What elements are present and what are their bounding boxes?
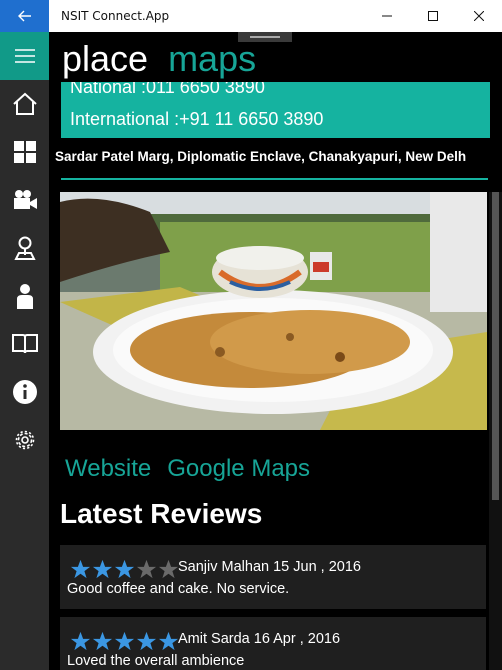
review-author: Amit Sarda: [178, 631, 250, 647]
place-photo-image: [60, 192, 487, 430]
star-empty-icon: [136, 559, 157, 579]
rating-stars: [70, 631, 180, 651]
star-filled-icon: [70, 631, 91, 651]
star-filled-icon: [158, 631, 179, 651]
review-card: Sanjiv Malhan 15 Jun , 2016 Good coffee …: [60, 545, 486, 609]
international-phone[interactable]: International :+91 11 6650 3890: [70, 109, 323, 130]
maximize-icon: [428, 11, 438, 21]
scrollbar-thumb[interactable]: [492, 192, 499, 500]
grid-icon: [13, 141, 36, 163]
hamburger-icon: [14, 49, 35, 63]
rating-stars: [70, 559, 180, 579]
review-meta: Amit Sarda 16 Apr , 2016: [178, 631, 340, 647]
star-filled-icon: [114, 631, 135, 651]
national-phone[interactable]: National :011 6650 3890: [70, 82, 265, 98]
review-card: Amit Sarda 16 Apr , 2016 Loved the overa…: [60, 617, 486, 670]
sidebar-item-home[interactable]: [0, 80, 49, 128]
title-bar: NSIT Connect.App: [0, 0, 502, 32]
review-text: Loved the overall ambience: [67, 653, 245, 669]
star-filled-icon: [92, 559, 113, 579]
info-icon: [12, 380, 37, 404]
main-content: place maps National :011 6650 3890 Intern…: [49, 32, 502, 670]
person-icon: [16, 284, 33, 309]
sidebar-item-profile[interactable]: [0, 272, 49, 320]
sidebar-item-video[interactable]: [0, 176, 49, 224]
page-header: place maps: [62, 36, 256, 82]
review-text: Good coffee and cake. No service.: [67, 581, 290, 597]
map-pin-icon: [13, 236, 36, 260]
video-camera-icon: [13, 190, 37, 209]
review-date: 16 Apr , 2016: [253, 631, 341, 647]
sidebar-item-info[interactable]: [0, 368, 49, 416]
sidebar: [0, 32, 49, 670]
divider: [61, 178, 488, 180]
sidebar-item-book[interactable]: [0, 320, 49, 368]
reviews-heading: Latest Reviews: [60, 498, 263, 529]
review-date: 15 Jun , 2016: [273, 559, 361, 575]
window-title: NSIT Connect.App: [61, 9, 170, 23]
sidebar-item-grid[interactable]: [0, 128, 49, 176]
hamburger-menu-button[interactable]: [0, 32, 49, 80]
arrow-left-icon: [17, 10, 31, 22]
review-meta: Sanjiv Malhan 15 Jun , 2016: [178, 559, 361, 575]
book-icon: [11, 334, 38, 354]
website-link[interactable]: Website: [65, 455, 151, 482]
place-photo: [60, 192, 487, 430]
star-empty-icon: [158, 559, 179, 579]
address: Sardar Patel Marg, Diplomatic Enclave, C…: [55, 149, 467, 164]
page-title: place: [62, 38, 149, 79]
star-filled-icon: [92, 631, 113, 651]
minimize-button[interactable]: [364, 0, 410, 32]
close-icon: [474, 11, 484, 21]
close-button[interactable]: [456, 0, 502, 32]
links-row: Website Google Maps: [65, 455, 310, 483]
sidebar-item-settings[interactable]: [0, 416, 49, 464]
gear-icon: [15, 430, 34, 450]
home-icon: [12, 92, 37, 115]
back-button[interactable]: [0, 0, 49, 32]
phone-card: National :011 6650 3890 International :+…: [61, 82, 490, 138]
minimize-icon: [382, 15, 392, 17]
review-author: Sanjiv Malhan: [178, 559, 270, 575]
star-filled-icon: [136, 631, 157, 651]
scrollbar[interactable]: [489, 192, 502, 670]
maximize-button[interactable]: [410, 0, 456, 32]
google-maps-link[interactable]: Google Maps: [167, 455, 310, 482]
star-filled-icon: [114, 559, 135, 579]
sidebar-item-location[interactable]: [0, 224, 49, 272]
star-filled-icon: [70, 559, 91, 579]
page-title-accent: maps: [168, 38, 257, 79]
